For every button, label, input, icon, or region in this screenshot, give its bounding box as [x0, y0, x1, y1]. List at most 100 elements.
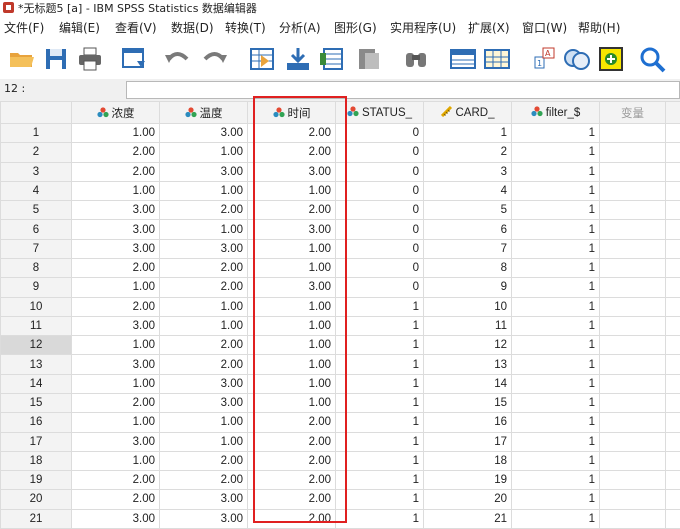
data-cell[interactable]: 1.00: [159, 296, 248, 317]
data-cell[interactable]: 1.00: [71, 122, 160, 144]
data-cell[interactable]: 1: [511, 142, 600, 163]
column-header-temperature[interactable]: 温度: [159, 101, 248, 124]
data-cell[interactable]: 1.00: [247, 335, 336, 356]
data-cell[interactable]: 13: [423, 354, 512, 375]
data-cell[interactable]: 1.00: [159, 315, 248, 337]
row-number[interactable]: 5: [0, 200, 72, 221]
menu-view[interactable]: 查看(V): [115, 17, 157, 39]
menu-edit[interactable]: 编辑(E): [59, 17, 100, 39]
menu-utilities[interactable]: 实用程序(U): [390, 17, 456, 39]
empty-cell[interactable]: [599, 142, 666, 163]
data-cell[interactable]: 18: [423, 450, 512, 472]
data-cell[interactable]: 2: [423, 142, 512, 163]
data-cell[interactable]: 1.00: [247, 238, 336, 259]
empty-cell[interactable]: [599, 412, 666, 433]
data-cell[interactable]: 11: [423, 315, 512, 337]
data-cell[interactable]: 1: [511, 392, 600, 414]
data-cell[interactable]: 1.00: [247, 392, 336, 414]
data-cell[interactable]: 1: [335, 373, 424, 394]
menu-data[interactable]: 数据(D): [171, 17, 214, 39]
data-cell[interactable]: 1: [511, 354, 600, 375]
data-cell[interactable]: 1.00: [247, 315, 336, 337]
dialog-recall-icon[interactable]: [119, 45, 149, 73]
row-number[interactable]: 1: [0, 122, 72, 144]
data-cell[interactable]: 3.00: [159, 373, 248, 394]
data-cell[interactable]: 21: [423, 508, 512, 529]
data-cell[interactable]: 2.00: [159, 335, 248, 356]
row-number[interactable]: 8: [0, 257, 72, 279]
data-cell[interactable]: 3.00: [159, 122, 248, 144]
data-cell[interactable]: 1: [335, 508, 424, 529]
data-cell[interactable]: 3.00: [71, 431, 160, 452]
data-cell[interactable]: 1: [511, 161, 600, 182]
data-cell[interactable]: 1: [511, 470, 600, 491]
data-cell[interactable]: 1: [511, 450, 600, 472]
grid-corner[interactable]: [0, 101, 72, 124]
data-cell[interactable]: 15: [423, 392, 512, 414]
data-cell[interactable]: 1: [511, 373, 600, 394]
data-cell[interactable]: 1: [511, 412, 600, 433]
data-cell[interactable]: 2.00: [71, 257, 160, 279]
empty-cell[interactable]: [599, 180, 666, 202]
menu-extensions[interactable]: 扩展(X): [468, 17, 510, 39]
data-cell[interactable]: 1: [511, 277, 600, 298]
data-cell[interactable]: 1.00: [71, 335, 160, 356]
row-number[interactable]: 12: [0, 335, 72, 356]
data-cell[interactable]: 2.00: [159, 470, 248, 491]
data-cell[interactable]: 1.00: [247, 180, 336, 202]
data-cell[interactable]: 3.00: [71, 200, 160, 221]
data-cell[interactable]: 1.00: [71, 277, 160, 298]
menu-window[interactable]: 窗口(W): [522, 17, 567, 39]
row-number[interactable]: 10: [0, 296, 72, 317]
data-cell[interactable]: 1.00: [247, 296, 336, 317]
data-cell[interactable]: 3.00: [71, 238, 160, 259]
row-number[interactable]: 11: [0, 315, 72, 337]
weight-cases-icon[interactable]: [562, 45, 592, 73]
empty-cell[interactable]: [599, 296, 666, 317]
print-icon[interactable]: [75, 45, 105, 73]
data-cell[interactable]: 2.00: [247, 508, 336, 529]
data-cell[interactable]: 2.00: [159, 277, 248, 298]
data-cell[interactable]: 1: [511, 238, 600, 259]
data-cell[interactable]: 1: [511, 122, 600, 144]
data-cell[interactable]: 1.00: [71, 373, 160, 394]
data-cell[interactable]: 3.00: [247, 161, 336, 182]
data-cell[interactable]: 3.00: [247, 277, 336, 298]
data-cell[interactable]: 3.00: [71, 315, 160, 337]
data-cell[interactable]: 2.00: [247, 470, 336, 491]
select-cases-icon[interactable]: [596, 45, 626, 73]
data-cell[interactable]: 1: [511, 508, 600, 529]
data-cell[interactable]: 1: [511, 200, 600, 221]
data-cell[interactable]: 19: [423, 470, 512, 491]
row-number[interactable]: 2: [0, 142, 72, 163]
data-cell[interactable]: 0: [335, 277, 424, 298]
data-cell[interactable]: 3.00: [159, 392, 248, 414]
data-cell[interactable]: 0: [335, 257, 424, 279]
row-number[interactable]: 14: [0, 373, 72, 394]
empty-cell[interactable]: [599, 392, 666, 414]
row-number[interactable]: 21: [0, 508, 72, 529]
data-cell[interactable]: 12: [423, 335, 512, 356]
data-cell[interactable]: 20: [423, 489, 512, 510]
data-cell[interactable]: 1.00: [247, 373, 336, 394]
data-cell[interactable]: 3.00: [247, 219, 336, 240]
data-cell[interactable]: 2.00: [247, 142, 336, 163]
empty-cell[interactable]: [599, 200, 666, 221]
data-cell[interactable]: 2.00: [159, 354, 248, 375]
row-number[interactable]: 9: [0, 277, 72, 298]
data-cell[interactable]: 9: [423, 277, 512, 298]
data-cell[interactable]: 0: [335, 122, 424, 144]
data-cell[interactable]: 1: [335, 354, 424, 375]
data-cell[interactable]: 1.00: [159, 219, 248, 240]
data-cell[interactable]: 1: [335, 470, 424, 491]
data-cell[interactable]: 1.00: [71, 180, 160, 202]
data-cell[interactable]: 2.00: [71, 392, 160, 414]
save-icon[interactable]: [41, 45, 71, 73]
data-cell[interactable]: 3.00: [159, 508, 248, 529]
data-cell[interactable]: 3.00: [159, 489, 248, 510]
data-cell[interactable]: 1.00: [71, 412, 160, 433]
row-number[interactable]: 13: [0, 354, 72, 375]
data-cell[interactable]: 1: [511, 296, 600, 317]
data-cell[interactable]: 2.00: [71, 142, 160, 163]
data-cell[interactable]: 2.00: [247, 450, 336, 472]
